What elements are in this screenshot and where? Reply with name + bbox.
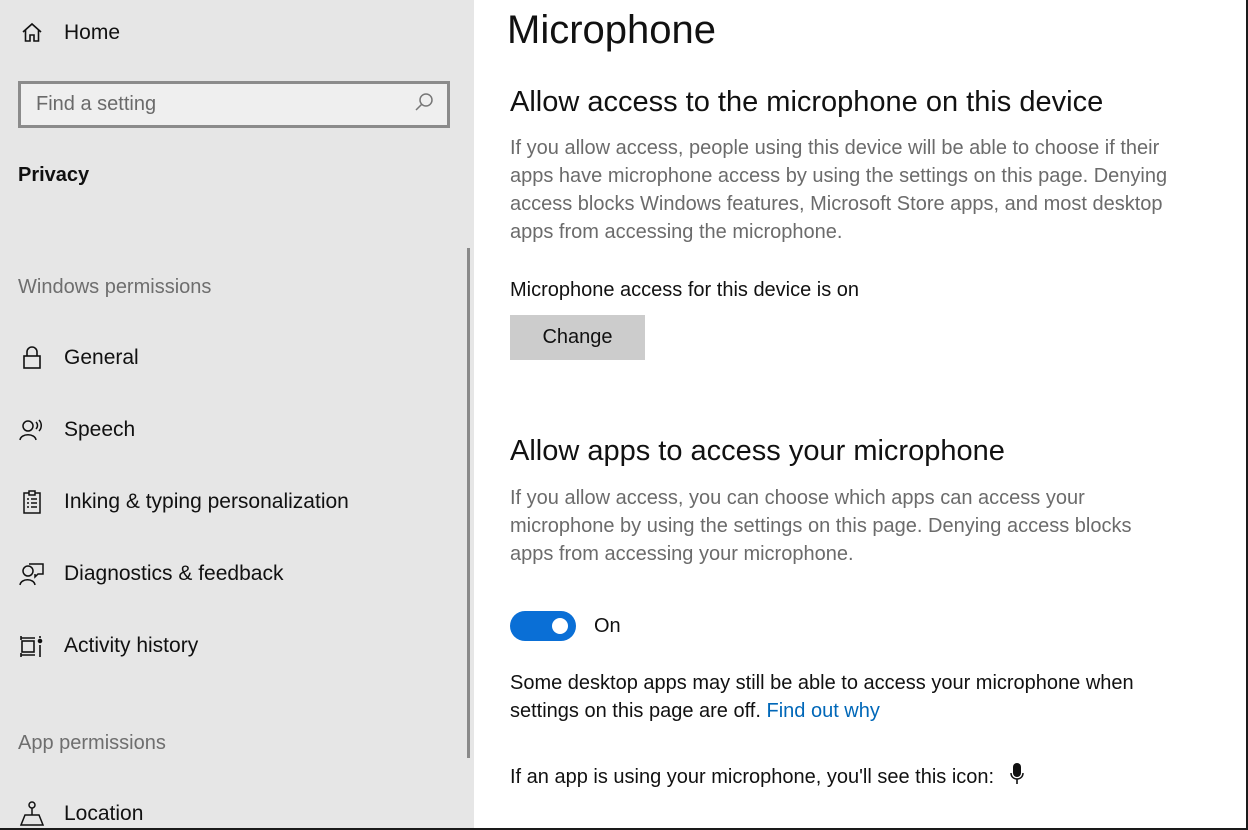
nav-activity-history[interactable]: Activity history (18, 628, 198, 664)
device-access-title: Allow access to the microphone on this d… (510, 86, 1104, 118)
device-access-status: Microphone access for this device is on (510, 279, 860, 301)
apps-access-toggle[interactable] (510, 611, 576, 641)
lock-icon (18, 344, 46, 372)
apps-access-title: Allow apps to access your microphone (510, 435, 1005, 467)
apps-access-description: If you allow access, you can choose whic… (510, 487, 1132, 565)
activity-history-icon (18, 632, 46, 660)
page-title: Microphone (507, 8, 717, 52)
nav-home[interactable]: Home (18, 15, 120, 51)
nav-inking-typing[interactable]: Inking & typing personalization (18, 484, 349, 520)
search-box[interactable] (18, 81, 450, 128)
speech-icon (18, 416, 46, 444)
microphone-icon (1009, 762, 1024, 794)
nav-speech[interactable]: Speech (18, 412, 135, 448)
nav-activity-history-label: Activity history (64, 634, 199, 657)
device-access-description: If you allow access, people using this d… (510, 137, 1168, 243)
desktop-apps-note: Some desktop apps may still be able to a… (510, 669, 1190, 725)
nav-location-label: Location (64, 802, 144, 825)
nav-location[interactable]: Location (18, 796, 143, 830)
nav-inking-typing-label: Inking & typing personalization (64, 490, 349, 513)
app-permissions-heading: App permissions (18, 732, 166, 754)
privacy-heading: Privacy (18, 164, 90, 186)
change-button[interactable]: Change (510, 315, 645, 360)
mic-icon-note-text: If an app is using your microphone, you'… (510, 766, 995, 788)
sidebar: Home Privacy Windows permissions General… (0, 0, 474, 830)
nav-speech-label: Speech (64, 418, 136, 441)
find-out-why-link[interactable]: Find out why (766, 700, 879, 722)
sidebar-scrollbar[interactable] (467, 248, 470, 758)
toggle-knob (552, 618, 568, 634)
location-icon (18, 800, 46, 828)
nav-general-label: General (64, 346, 139, 369)
nav-diagnostics-feedback[interactable]: Diagnostics & feedback (18, 556, 283, 592)
clipboard-icon (18, 488, 46, 516)
toggle-state-label: On (594, 615, 621, 637)
search-input[interactable] (36, 93, 413, 116)
nav-general[interactable]: General (18, 340, 139, 376)
windows-permissions-heading: Windows permissions (18, 276, 212, 298)
feedback-icon (18, 560, 46, 588)
nav-home-label: Home (64, 21, 121, 44)
mic-icon-note: If an app is using your microphone, you'… (510, 762, 1190, 794)
nav-diagnostics-feedback-label: Diagnostics & feedback (64, 562, 284, 585)
home-icon (18, 19, 46, 47)
search-icon[interactable] (413, 91, 435, 118)
